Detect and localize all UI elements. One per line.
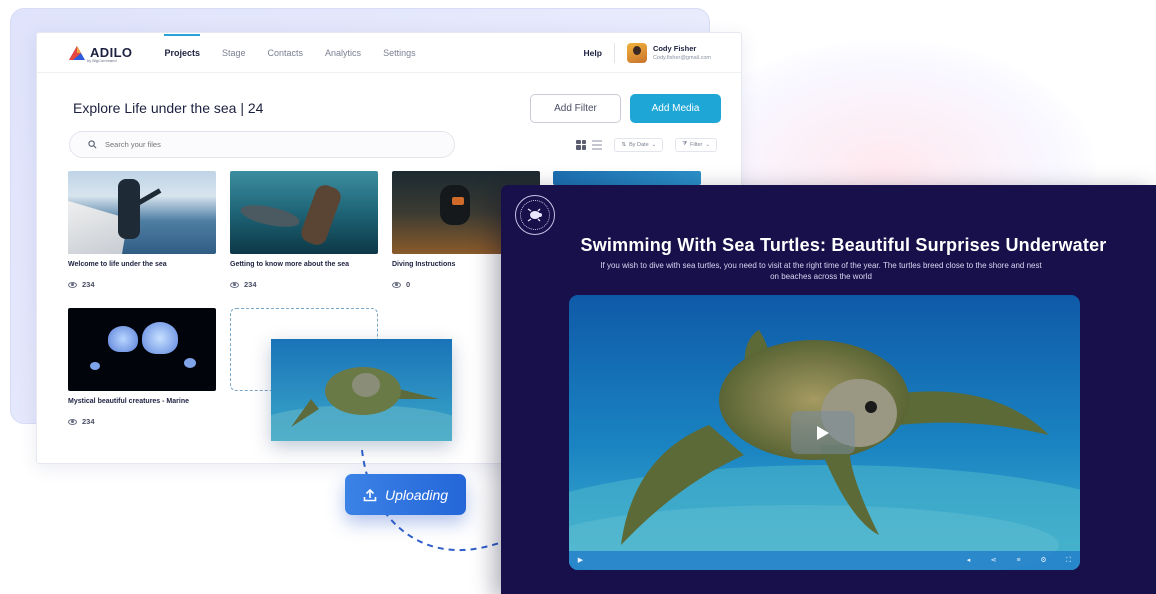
media-thumbnail[interactable] xyxy=(230,171,378,254)
page-header: Explore Life under the sea | 24 Add Filt… xyxy=(37,73,741,129)
media-thumbnail[interactable] xyxy=(68,171,216,254)
media-views: 234 xyxy=(68,417,216,426)
dragged-media-thumbnail[interactable] xyxy=(271,339,452,441)
nav-item-stage[interactable]: Stage xyxy=(222,48,246,58)
grid-view-icon[interactable] xyxy=(576,139,587,150)
eye-icon xyxy=(230,281,239,288)
eye-icon xyxy=(68,281,77,288)
media-title: Welcome to life under the sea xyxy=(68,261,167,268)
media-title: Mystical beautiful creatures - Marine xyxy=(68,398,189,405)
nav-menu: Projects Stage Contacts Analytics Settin… xyxy=(164,33,416,58)
upload-icon xyxy=(363,488,377,501)
logo-icon xyxy=(69,45,85,60)
nav-item-contacts[interactable]: Contacts xyxy=(268,48,304,58)
play-control-icon[interactable]: ▶ xyxy=(577,557,584,564)
filter-label: Filter xyxy=(690,141,703,148)
add-filter-button[interactable]: Add Filter xyxy=(530,93,621,123)
play-button[interactable] xyxy=(791,411,855,454)
view-count: 234 xyxy=(82,417,95,426)
screen: ADILO by BigCommand Projects Stage Conta… xyxy=(0,0,1156,594)
filter-dropdown[interactable]: ⧩ Filter ⌄ xyxy=(675,137,717,152)
player-description: If you wish to dive with sea turtles, yo… xyxy=(600,261,1042,281)
add-media-button[interactable]: Add Media xyxy=(630,93,721,123)
help-link[interactable]: Help xyxy=(584,48,602,58)
media-views: 234 xyxy=(68,280,216,289)
uploading-label: Uploading xyxy=(384,486,449,503)
chevron-down-icon: ⌄ xyxy=(651,141,657,148)
video-controls-right: ◂ ⋖ ≡ ⚙ ⛶ xyxy=(951,551,1072,570)
video-frame[interactable]: ▶ ◂ ⋖ ≡ ⚙ ⛶ xyxy=(569,295,1080,570)
eye-icon xyxy=(392,281,401,288)
sort-icon: ⇅ xyxy=(621,141,627,148)
media-thumbnail[interactable] xyxy=(553,171,701,185)
volume-icon[interactable]: ◂ xyxy=(965,557,972,564)
fullscreen-icon[interactable]: ⛶ xyxy=(1065,557,1072,564)
eye-icon xyxy=(68,418,77,425)
nav-item-analytics[interactable]: Analytics xyxy=(325,48,361,58)
sort-dropdown[interactable]: ⇅ By Date ⌄ xyxy=(614,137,664,152)
logo-subtitle: by BigCommand xyxy=(87,58,117,63)
uploading-button[interactable]: Uploading xyxy=(345,474,466,515)
filter-icon: ⧩ xyxy=(682,141,688,147)
sort-label: By Date xyxy=(629,141,649,148)
view-controls: ⇅ By Date ⌄ ⧩ Filter ⌄ xyxy=(576,137,717,152)
media-card[interactable]: Mystical beautiful creatures - Marine 23… xyxy=(68,308,216,426)
search-icon xyxy=(88,140,97,149)
player-title: Swimming With Sea Turtles: Beautiful Sur… xyxy=(580,235,1107,255)
nav-item-settings[interactable]: Settings xyxy=(383,48,416,58)
chapters-icon[interactable]: ≡ xyxy=(1015,557,1022,564)
avatar xyxy=(626,42,647,63)
view-count: 234 xyxy=(244,280,257,289)
media-title: Getting to know more about the sea xyxy=(230,261,350,268)
nav-item-projects[interactable]: Projects xyxy=(164,33,200,58)
nav-divider xyxy=(613,42,615,63)
media-card[interactable]: Welcome to life under the sea 234 xyxy=(68,171,216,289)
user-menu[interactable]: Cody Fisher Cody.fisher@gmail.com xyxy=(626,42,711,63)
media-thumbnail[interactable] xyxy=(68,308,216,391)
nav-right: Help Cody Fisher Cody.fisher@gmail.com xyxy=(584,42,711,63)
header-actions: Add Filter Add Media xyxy=(530,93,721,123)
list-view-icon[interactable] xyxy=(592,139,603,150)
user-email: Cody.fisher@gmail.com xyxy=(652,55,711,61)
view-count: 0 xyxy=(406,280,411,289)
play-icon xyxy=(817,425,829,440)
toolbar: ⇅By Date⌄ ⧩Filter⌄ xyxy=(37,131,741,158)
media-views: 234 xyxy=(230,280,378,289)
top-nav: ADILO by BigCommand Projects Stage Conta… xyxy=(37,33,741,73)
view-count: 234 xyxy=(82,280,95,289)
search-box[interactable] xyxy=(69,131,455,158)
chevron-down-icon: ⌄ xyxy=(705,141,710,148)
media-card[interactable] xyxy=(553,171,701,185)
settings-gear-icon[interactable]: ⚙ xyxy=(1040,557,1047,564)
user-name: Cody Fisher xyxy=(652,44,697,53)
video-player-page: Swimming With Sea Turtles: Beautiful Sur… xyxy=(501,185,1156,594)
media-card[interactable]: Getting to know more about the sea 234 xyxy=(230,171,378,289)
page-title: Explore Life under the sea | 24 xyxy=(73,100,264,116)
share-icon[interactable]: ⋖ xyxy=(990,557,997,564)
video-controls: ▶ ◂ ⋖ ≡ ⚙ ⛶ xyxy=(569,551,1080,570)
search-input[interactable] xyxy=(105,140,405,149)
seal-logo xyxy=(515,195,555,235)
